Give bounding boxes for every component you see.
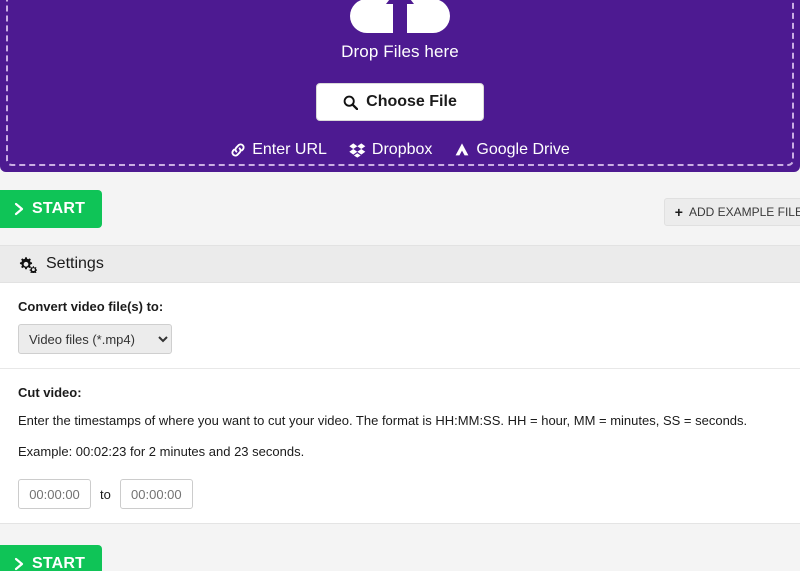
footer-action-bar: START (0, 523, 800, 571)
cut-video-section: Cut video: Enter the timestamps of where… (0, 368, 800, 523)
cut-video-title: Cut video: (18, 385, 82, 400)
enter-url-link[interactable]: Enter URL (230, 142, 327, 158)
cut-time-row: to (18, 479, 782, 510)
primary-action-bar: START + ADD EXAMPLE FILE (0, 172, 800, 245)
convert-label: Convert video file(s) to: (18, 299, 164, 314)
start-button-top-label: START (32, 200, 86, 217)
cut-separator-label: to (100, 486, 111, 502)
start-button-bottom-label: START (32, 555, 86, 571)
chevron-right-icon (14, 202, 25, 216)
google-drive-label: Google Drive (476, 141, 570, 158)
service-links: Enter URL Dropbox Google Drive (0, 142, 800, 158)
search-icon (343, 95, 359, 110)
file-dropzone[interactable]: Drop Files here Choose File Enter URL Dr… (0, 0, 800, 172)
choose-file-label: Choose File (366, 93, 457, 110)
add-example-file-label: ADD EXAMPLE FILE (688, 205, 800, 219)
cloud-upload-icon (350, 0, 450, 33)
add-example-file-button[interactable]: + ADD EXAMPLE FILE (663, 198, 800, 226)
convert-section: Convert video file(s) to: Video files (*… (0, 283, 800, 368)
cut-start-time-input[interactable] (18, 479, 91, 510)
link-icon (230, 142, 246, 158)
cut-video-description: Enter the timestamps of where you want t… (18, 413, 748, 428)
settings-header: Settings (0, 245, 800, 283)
start-button-bottom[interactable]: START (0, 545, 103, 571)
enter-url-label: Enter URL (252, 141, 327, 158)
dropbox-icon (349, 142, 366, 158)
start-button-top[interactable]: START (0, 190, 103, 228)
cut-end-time-input[interactable] (119, 479, 193, 510)
gears-icon (18, 256, 37, 273)
plus-icon: + (674, 204, 683, 220)
settings-title: Settings (46, 255, 104, 272)
dropbox-link[interactable]: Dropbox (349, 142, 432, 158)
output-format-select[interactable]: Video files (*.mp4) (18, 324, 172, 354)
drop-files-label: Drop Files here (341, 42, 459, 61)
cut-video-example: Example: 00:02:23 for 2 minutes and 23 s… (18, 444, 305, 460)
choose-file-button[interactable]: Choose File (316, 83, 484, 121)
chevron-right-icon (14, 557, 25, 571)
dropbox-label: Dropbox (371, 141, 433, 158)
settings-body: Convert video file(s) to: Video files (*… (0, 283, 800, 524)
google-drive-link[interactable]: Google Drive (454, 141, 570, 158)
google-drive-icon (454, 142, 470, 158)
